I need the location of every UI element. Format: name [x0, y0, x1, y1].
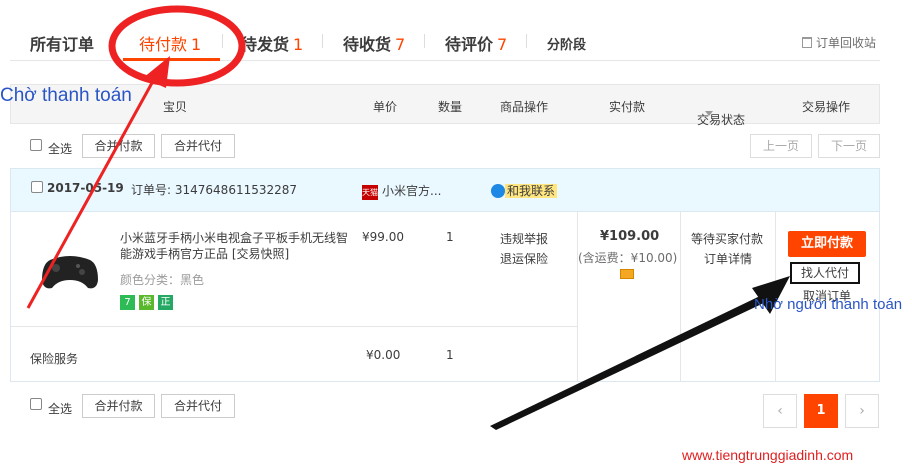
header-trade-ops: 交易操作: [802, 100, 851, 114]
column-divider: [680, 212, 681, 381]
select-all-label: 全选: [48, 142, 73, 156]
tmall-icon: 天猫: [362, 185, 378, 200]
merge-proxy-pay-button-bottom[interactable]: 合并代付: [161, 394, 235, 418]
gamepad-product-image[interactable]: [40, 250, 100, 292]
chat-icon: [491, 184, 505, 198]
order-checkbox[interactable]: [31, 181, 43, 193]
tab-all-orders[interactable]: 所有订单: [30, 31, 94, 55]
pagination-page-1[interactable]: 1: [804, 394, 838, 428]
order-recycle-bin-link[interactable]: 订单回收站: [802, 34, 876, 51]
contact-seller-button[interactable]: 和我联系: [491, 182, 558, 199]
service-price: ¥0.00: [366, 348, 401, 362]
find-proxy-payer-link[interactable]: 找人代付: [790, 262, 860, 284]
shipping-fee: (含运费：¥10.00): [578, 251, 678, 265]
caret-down-icon: [705, 111, 713, 116]
table-header: 宝贝 单价 数量 商品操作 实付款 交易状态 交易操作: [10, 84, 880, 127]
pay-now-button[interactable]: 立即付款: [788, 231, 866, 257]
item-qty: 1: [446, 230, 454, 244]
service-qty: 1: [446, 348, 454, 362]
column-divider: [577, 212, 578, 381]
row-divider: [11, 326, 577, 327]
annotation-waiting-payment: Chờ thanh toán: [0, 85, 132, 106]
tab-separator: [526, 34, 527, 48]
pagination-next-button[interactable]: ›: [845, 394, 879, 428]
insurance-service-label: 保险服务: [30, 352, 79, 366]
header-qty: 数量: [438, 100, 463, 114]
item-price: ¥99.00: [362, 230, 404, 244]
report-violation-link[interactable]: 违规举报: [500, 230, 548, 247]
shipping-insurance-link[interactable]: 退运保险: [500, 250, 548, 267]
authentic-icon[interactable]: 正: [158, 295, 173, 310]
seven-day-return-icon[interactable]: 7: [120, 295, 135, 310]
guarantee-icon[interactable]: 保: [139, 295, 154, 310]
tab-separator: [424, 34, 425, 48]
pagination-prev-button[interactable]: ‹: [763, 394, 797, 428]
item-variant: 颜色分类：黑色: [120, 273, 205, 287]
tab-separator: [112, 34, 113, 48]
header-price: 单价: [373, 100, 398, 114]
select-all-checkbox-bottom[interactable]: [30, 398, 42, 410]
tab-pending-payment[interactable]: 待付款 1: [139, 31, 201, 55]
next-page-button[interactable]: 下一页: [818, 134, 880, 158]
merge-pay-button-bottom[interactable]: 合并付款: [82, 394, 155, 418]
service-badges: 7保正: [120, 294, 177, 310]
header-product-ops: 商品操作: [500, 100, 549, 114]
shop-link[interactable]: 天猫 小米官方...: [362, 182, 441, 200]
tab-separator: [322, 34, 323, 48]
tab-pending-shipment[interactable]: 待发货 1: [241, 31, 303, 55]
tab-staged[interactable]: 分阶段: [547, 34, 586, 53]
prev-page-button[interactable]: 上一页: [750, 134, 812, 158]
merge-proxy-pay-button[interactable]: 合并代付: [161, 134, 235, 158]
trash-icon: [802, 37, 812, 48]
watermark-website: www.tiengtrunggiadinh.com: [682, 447, 854, 463]
order-total: ¥109.00: [600, 229, 660, 244]
tab-pending-review[interactable]: 待评价 7: [445, 31, 507, 55]
item-title-link[interactable]: 小米蓝牙手柄小米电视盒子平板手机无线智能游戏手柄官方正品 [交易快照]: [120, 230, 348, 262]
order-detail-link[interactable]: 订单详情: [704, 250, 752, 267]
select-all-checkbox-top[interactable]: [30, 139, 42, 151]
order-status: 等待买家付款: [691, 232, 764, 246]
payment-card-icon: [620, 269, 634, 279]
order-number: 订单号: 3147648611532287: [131, 183, 298, 197]
tab-pending-receipt[interactable]: 待收货 7: [343, 31, 405, 55]
annotation-pay-by-other: Nhờ người thanh toán: [754, 296, 903, 313]
header-paid: 实付款: [609, 100, 646, 114]
select-all-label: 全选: [48, 402, 73, 416]
active-tab-underline: [123, 58, 220, 61]
order-date: 2017-05-19: [47, 181, 124, 195]
header-item: 宝贝: [163, 100, 188, 114]
merge-pay-button[interactable]: 合并付款: [82, 134, 155, 158]
tab-separator: [222, 34, 223, 48]
